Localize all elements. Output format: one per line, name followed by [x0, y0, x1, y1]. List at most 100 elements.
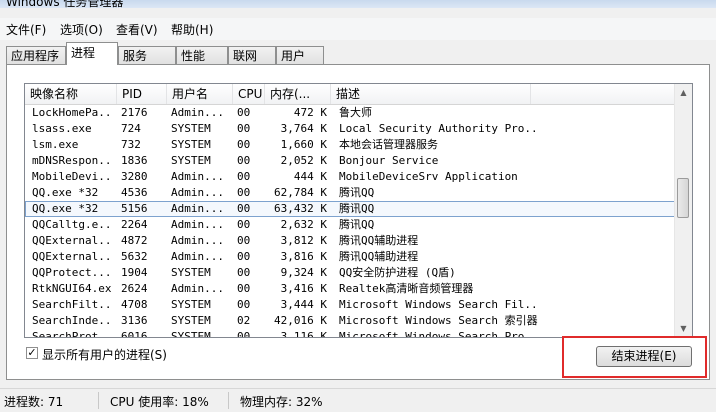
column-cpu[interactable]: CPU	[233, 84, 265, 104]
cell-image-name: QQExternal...	[32, 234, 112, 247]
tab-services[interactable]: 服务	[118, 46, 176, 64]
tab-processes[interactable]: 进程	[66, 42, 118, 65]
column-memory[interactable]: 内存(...	[265, 84, 331, 104]
cell-image-name: QQProtect....	[32, 266, 112, 279]
tab-users[interactable]: 用户	[276, 46, 324, 64]
cell-cpu: 00	[237, 330, 251, 338]
process-row[interactable]: QQExternal... 5632 Admin... 00 3,816 K 腾讯QQ辅助…	[25, 249, 676, 265]
cell-description: Local Security Authority Pro...	[339, 122, 539, 135]
title-bar: Windows 任务管理器	[0, 0, 716, 8]
cell-username: Admin...	[171, 282, 224, 295]
cell-username: SYSTEM	[171, 330, 211, 338]
process-row[interactable]: MobileDevi... 3280 Admin... 00 444 K MobileDe…	[25, 169, 676, 185]
tab-performance[interactable]: 性能	[176, 46, 228, 64]
scroll-down-icon[interactable]: ▼	[675, 320, 692, 337]
cell-cpu: 00	[237, 218, 251, 231]
cell-image-name: lsass.exe	[32, 122, 92, 135]
cell-cpu: 00	[237, 154, 251, 167]
process-row[interactable]: QQProtect.... 1904 SYSTEM 00 9,324 K QQ安全防护进程…	[25, 265, 676, 281]
tab-applications[interactable]: 应用程序	[6, 46, 66, 64]
process-row[interactable]: lsass.exe 724 SYSTEM 00 3,764 K Local Securit…	[25, 121, 676, 137]
status-cpu-usage: CPU 使用率: 18%	[110, 395, 209, 409]
menu-file[interactable]: 文件(F)	[6, 21, 46, 38]
process-list[interactable]: 映像名称 PID 用户名 CPU 内存(... 描述 LockHomePa...…	[24, 83, 693, 338]
cell-username: Admin...	[171, 250, 224, 263]
cell-description: Realtek高清晰音频管理器	[339, 282, 474, 295]
end-process-button[interactable]: 结束进程(E)	[596, 346, 692, 367]
column-username[interactable]: 用户名	[167, 84, 233, 104]
menu-options[interactable]: 选项(O)	[60, 21, 103, 38]
scroll-thumb[interactable]	[677, 178, 689, 218]
cell-pid: 3280	[121, 170, 148, 183]
cell-pid: 5632	[121, 250, 148, 263]
process-row[interactable]: SearchFilt... 4708 SYSTEM 00 3,444 K Microsof…	[25, 297, 676, 313]
vertical-scrollbar[interactable]: ▲ ▼	[674, 84, 692, 337]
cell-pid: 1904	[121, 266, 148, 279]
cell-pid: 4536	[121, 186, 148, 199]
status-process-count: 进程数: 71	[4, 395, 64, 409]
process-row[interactable]: QQ.exe *32 5156 Admin... 00 63,432 K 腾讯QQ	[25, 201, 676, 217]
cell-description: 腾讯QQ	[339, 218, 375, 231]
show-all-users-label[interactable]: 显示所有用户的进程(S)	[42, 346, 167, 363]
cell-image-name: SearchProt...	[32, 330, 112, 338]
cell-description: Microsoft Windows Search Fil...	[339, 298, 539, 311]
column-description[interactable]: 描述	[331, 84, 531, 104]
column-pid[interactable]: PID	[117, 84, 167, 104]
status-physical-memory: 物理内存: 32%	[240, 395, 323, 409]
cell-memory: 63,432 K	[274, 202, 327, 215]
cell-cpu: 00	[237, 122, 251, 135]
show-all-users-checkbox[interactable]: ✓	[26, 347, 38, 359]
process-row[interactable]: QQExternal... 4872 Admin... 00 3,812 K 腾讯QQ辅助…	[25, 233, 676, 249]
cell-memory: 3,444 K	[280, 298, 327, 311]
scroll-up-icon[interactable]: ▲	[675, 84, 692, 101]
status-bar: 进程数: 71 CPU 使用率: 18% 物理内存: 32%	[0, 388, 716, 412]
cell-username: Admin...	[171, 106, 224, 119]
cell-description: Bonjour Service	[339, 154, 439, 167]
cell-image-name: QQCalltg.e...	[32, 218, 112, 231]
cell-memory: 42,016 K	[274, 314, 327, 327]
cell-memory: 9,324 K	[280, 266, 327, 279]
cell-image-name: QQ.exe *32	[32, 202, 99, 215]
cell-description: 腾讯QQ	[339, 202, 375, 215]
status-divider	[98, 392, 99, 409]
cell-pid: 2264	[121, 218, 148, 231]
process-row[interactable]: lsm.exe 732 SYSTEM 00 1,660 K 本地会话管理器服务	[25, 137, 676, 153]
cell-description: 腾讯QQ辅助进程	[339, 234, 419, 247]
cell-image-name: SearchInde...	[32, 314, 112, 327]
cell-cpu: 00	[237, 234, 251, 247]
process-row[interactable]: QQ.exe *32 4536 Admin... 00 62,784 K 腾讯QQ	[25, 185, 676, 201]
process-row[interactable]: QQCalltg.e... 2264 Admin... 00 2,632 K 腾讯QQ	[25, 217, 676, 233]
cell-pid: 6016	[121, 330, 148, 338]
cell-pid: 3136	[121, 314, 148, 327]
cell-cpu: 00	[237, 138, 251, 151]
cell-cpu: 00	[237, 202, 251, 215]
process-row[interactable]: LockHomePa... 2176 Admin... 00 472 K 鲁大师	[25, 105, 676, 121]
cell-memory: 3,816 K	[280, 250, 327, 263]
cell-description: 本地会话管理器服务	[339, 138, 438, 151]
cell-username: SYSTEM	[171, 122, 211, 135]
cell-cpu: 02	[237, 314, 251, 327]
cell-cpu: 00	[237, 106, 251, 119]
column-image-name[interactable]: 映像名称	[25, 84, 117, 104]
menu-help[interactable]: 帮助(H)	[171, 21, 213, 38]
process-row[interactable]: mDNSRespon... 1836 SYSTEM 00 2,052 K Bonjour …	[25, 153, 676, 169]
process-row[interactable]: RtkNGUI64.exe 2624 Admin... 00 3,416 K Realte…	[25, 281, 676, 297]
cell-username: Admin...	[171, 186, 224, 199]
tab-networking[interactable]: 联网	[228, 46, 276, 64]
cell-memory: 2,632 K	[280, 218, 327, 231]
cell-pid: 1836	[121, 154, 148, 167]
menu-view[interactable]: 查看(V)	[116, 21, 158, 38]
cell-username: Admin...	[171, 170, 224, 183]
cell-description: MobileDeviceSrv Application	[339, 170, 518, 183]
cell-pid: 724	[121, 122, 141, 135]
cell-description: 腾讯QQ辅助进程	[339, 250, 419, 263]
process-list-header: 映像名称 PID 用户名 CPU 内存(... 描述	[25, 84, 676, 105]
process-row[interactable]: SearchInde... 3136 SYSTEM 02 42,016 K Microso…	[25, 313, 676, 329]
cell-description: Microsoft Windows Search 索引器	[339, 314, 538, 327]
cell-description: 鲁大师	[339, 106, 372, 119]
cell-memory: 3,764 K	[280, 122, 327, 135]
cell-pid: 2176	[121, 106, 148, 119]
cell-username: SYSTEM	[171, 298, 211, 311]
cell-image-name: LockHomePa...	[32, 106, 112, 119]
cell-memory: 62,784 K	[274, 186, 327, 199]
